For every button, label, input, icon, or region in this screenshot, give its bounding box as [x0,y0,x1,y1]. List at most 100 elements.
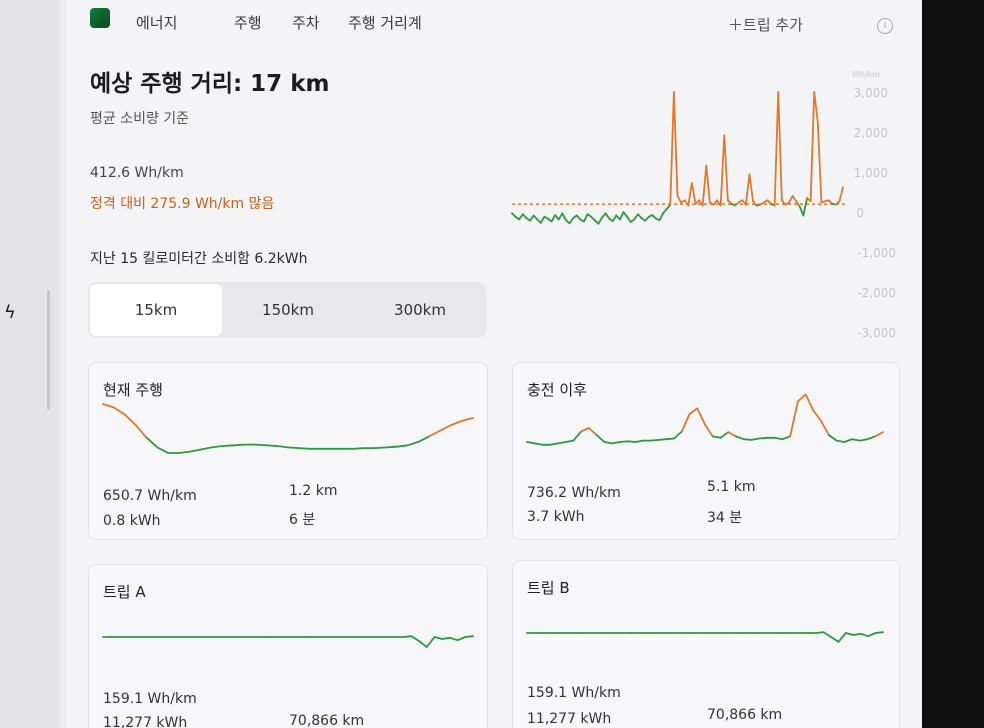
sparkline-segment [603,441,614,445]
consumption-line-segment [809,91,816,203]
range-option-15km[interactable]: 15km [90,284,222,336]
since-charge-card[interactable]: 충전 이후 736.2 Wh/km 3.7 kWh 5.1 km 34 분 [512,362,900,540]
estimate-basis: 평균 소비량 기준 [90,111,190,127]
consumption-line-segment [788,195,794,204]
sparkline-segment [448,636,459,642]
tab-park[interactable]: 주차 [292,12,320,33]
sparkline-segment [425,636,436,648]
average-consumption: 412.6 Wh/km [90,165,184,181]
sparkline-segment [843,438,853,443]
sparkline-segment [727,431,737,438]
consumption-line-segment [773,91,780,207]
sparkline-segment [804,393,815,412]
sparkline-segment [874,431,884,438]
trip-b-sparkline [526,631,884,643]
consumption-line-segment [723,134,729,202]
drag-handle[interactable] [47,290,50,410]
sparkline-segment [758,436,768,440]
sparkline-segment [845,632,855,636]
sparkline-segment [611,441,621,445]
consumption-line-segment [669,91,675,206]
current-drive-card[interactable]: 현재 주행 650.7 Wh/km 0.8 kWh 1.2 km 6 분 [88,362,488,540]
sparkline-segment [549,442,559,446]
sparkline-segment [189,448,202,453]
consumption-line-segment [816,121,823,204]
card-energy: 0.8 kWh [103,513,161,529]
current-drive-sparkline [102,403,474,454]
consumption-line-segment [561,212,567,222]
card-time: 34 분 [707,510,743,526]
sparkline-segment [433,636,444,640]
sparkline-segment [867,632,877,638]
card-rate: 159.1 Wh/km [103,691,197,707]
consumption-line-segment [597,216,603,225]
consumption-line-segment [701,164,708,207]
sparkline-segment [827,434,838,442]
consumption-line-segment [744,173,751,206]
consumption-line-segment [676,195,682,204]
card-rate: 650.7 Wh/km [103,488,197,504]
consumption-vs-rated: 정격 대비 275.9 Wh/km 많음 [90,196,275,212]
consumption-line-segment [619,211,625,221]
sparkline-segment [210,445,224,449]
sparkline-segment [178,450,191,454]
info-icon[interactable]: i [877,18,893,34]
sparkline-segment [812,409,822,422]
sparkline-segment [866,435,877,441]
consumption-line-segment [791,195,798,203]
sparkline-segment [254,443,268,447]
add-trip-button[interactable]: ＋트립 추가 [728,14,803,35]
card-rate: 159.1 Wh/km [527,685,621,701]
sparkline-segment [276,445,289,449]
tab-trip-odometer[interactable]: 주행 거리계 [348,12,422,33]
sparkline-segment [410,635,420,642]
sparkline-segment [781,435,792,441]
card-rate: 736.2 Wh/km [527,485,621,501]
sparkline-segment [402,635,413,638]
sparkline-segment [750,437,761,441]
sparkline-segment [564,439,575,443]
trip-a-sparkline [102,635,474,648]
sparkline-segment [441,636,451,640]
consumption-line-segment [687,182,693,207]
chart-unit-label: Wh/km [852,70,881,79]
card-distance: 70,866 km [707,707,783,723]
range-option-150km[interactable]: 150km [222,284,354,336]
tab-drive[interactable]: 주행 [234,12,262,33]
tab-energy[interactable]: 에너지 [136,12,177,33]
plus-icon: ＋ [728,16,744,34]
top-nav: 에너지 주행 주차 주행 거리계 ＋트립 추가 i [88,6,908,40]
sparkline-segment [704,423,714,438]
consumption-line-segment [777,91,783,202]
sparkline-segment [287,446,300,449]
sparkline-segment [634,439,644,443]
sparkline-segment [626,440,637,443]
sparkline-segment [580,427,590,433]
range-selector: 15km 150km 300km [88,282,486,338]
sparkline-segment [112,406,126,416]
sparkline-segment [588,427,598,436]
energy-app-icon [90,8,110,28]
sparkline-segment [221,444,235,447]
sparkline-segment [665,437,675,441]
consumption-line-segment [813,91,819,124]
since-charge-sparkline [526,393,884,446]
sparkline-segment [835,439,846,443]
range-option-300km[interactable]: 300km [354,284,486,336]
sparkline-segment [145,436,159,449]
trip-b-card[interactable]: 트립 B 159.1 Wh/km 11,277 kWh 70,866 km [512,560,900,728]
trip-a-card[interactable]: 트립 A 159.1 Wh/km 11,277 kWh 70,866 km [88,564,488,728]
sparkline-segment [297,447,311,450]
sparkline-segment [156,446,170,454]
left-edge-strip: ϟ [0,0,60,728]
sparkline-segment [232,443,246,447]
sparkline-segment [102,403,115,409]
sparkline-segment [830,636,840,643]
sparkline-segment [735,435,745,441]
consumption-line-segment [802,197,808,217]
sparkline-segment [859,632,870,638]
add-trip-label: 트립 추가 [743,16,803,34]
sparkline-segment [572,430,583,442]
sparkline-segment [742,438,753,441]
sparkline-segment [439,424,453,432]
